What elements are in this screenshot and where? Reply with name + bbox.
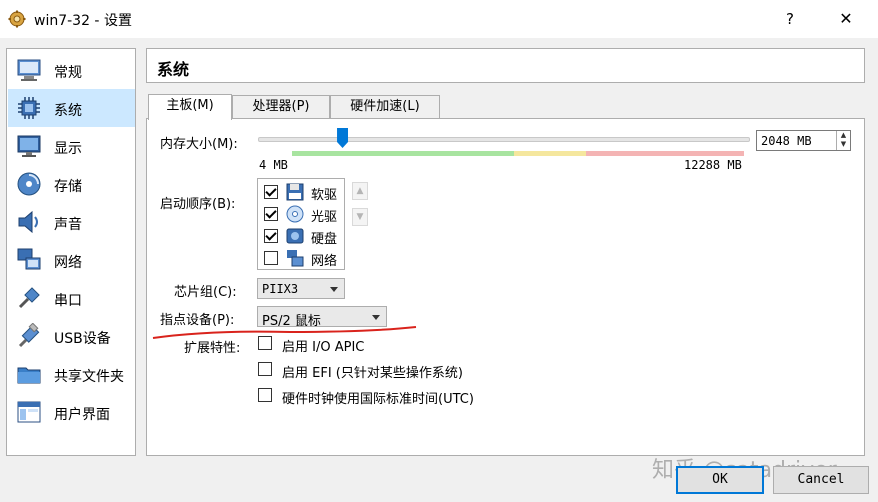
window-title: win7-32 - 设置	[34, 13, 132, 29]
sidebar-item-label: 网络	[54, 255, 82, 271]
sidebar-item-display[interactable]: 显示	[8, 127, 135, 165]
io-apic-label: 启用 I/O APIC	[282, 340, 365, 355]
hard-disk-icon	[286, 228, 304, 244]
boot-item-label: 软驱	[311, 188, 338, 203]
boot-harddisk-checkbox[interactable]	[264, 229, 278, 243]
spin-up-icon[interactable]: ▲	[837, 131, 850, 140]
sidebar-item-usb[interactable]: USB设备	[8, 317, 135, 355]
cancel-button[interactable]: Cancel	[773, 466, 869, 494]
memory-spinbox[interactable]: 2048 MB ▲ ▼	[756, 130, 851, 151]
network-boot-icon	[287, 250, 304, 267]
spin-down-icon[interactable]: ▼	[837, 140, 850, 149]
sidebar-item-label: 常规	[54, 65, 82, 81]
sidebar-item-audio[interactable]: 声音	[8, 203, 135, 241]
chipset-label: 芯片组(C):	[174, 285, 237, 300]
network-icon	[17, 248, 41, 270]
general-icon	[17, 59, 41, 81]
chevron-down-icon	[330, 287, 338, 292]
sidebar-item-system[interactable]: 系统	[8, 89, 135, 127]
floppy-icon	[286, 183, 304, 201]
memory-value: 2048 MB	[761, 134, 812, 148]
boot-floppy-checkbox[interactable]	[264, 185, 278, 199]
boot-item-label: 光驱	[311, 210, 338, 225]
boot-network-checkbox[interactable]	[264, 251, 278, 265]
memory-spin-arrows[interactable]: ▲ ▼	[836, 131, 850, 150]
boot-item-optical[interactable]: 光驱	[262, 204, 344, 225]
sidebar-item-storage[interactable]: 存储	[8, 165, 135, 203]
utc-clock-label: 硬件时钟使用国际标准时间(UTC)	[282, 392, 474, 407]
storage-icon	[17, 172, 41, 196]
extended-features-label: 扩展特性:	[184, 341, 241, 356]
display-icon	[17, 135, 41, 157]
help-button[interactable]: ?	[770, 6, 810, 32]
memory-slider-track[interactable]	[258, 137, 750, 142]
boot-item-floppy[interactable]: 软驱	[262, 182, 344, 203]
audio-icon	[18, 210, 38, 234]
memory-label: 内存大小(M):	[160, 137, 238, 152]
utc-clock-checkbox[interactable]	[258, 388, 272, 402]
sidebar-item-label: 系统	[54, 103, 82, 119]
sidebar-item-network[interactable]: 网络	[8, 241, 135, 279]
sidebar-item-label: 声音	[54, 217, 82, 233]
boot-item-label: 硬盘	[311, 232, 338, 247]
section-header: 系统	[146, 48, 865, 83]
boot-optical-checkbox[interactable]	[264, 207, 278, 221]
tab-processor[interactable]: 处理器(P)	[232, 95, 330, 119]
sidebar-item-shared-folders[interactable]: 共享文件夹	[8, 355, 135, 393]
memory-scale-safe	[292, 151, 514, 156]
boot-order-list: 软驱 光驱 硬盘 网络	[257, 178, 345, 270]
boot-item-network[interactable]: 网络	[262, 248, 344, 269]
boot-item-label: 网络	[311, 254, 338, 269]
title-bar: win7-32 - 设置 ? ✕	[0, 0, 878, 38]
system-icon	[18, 97, 40, 119]
boot-move-down-button[interactable]: ▼	[352, 208, 368, 226]
memory-max-label: 12288 MB	[684, 158, 742, 172]
sidebar-item-label: USB设备	[54, 331, 111, 347]
tab-acceleration[interactable]: 硬件加速(L)	[330, 95, 440, 119]
usb-icon	[18, 323, 40, 348]
shared-folder-icon	[17, 367, 41, 384]
chipset-value: PIIX3	[262, 282, 299, 296]
serial-port-icon	[18, 287, 40, 309]
close-button[interactable]: ✕	[826, 6, 866, 32]
sidebar-item-label: 共享文件夹	[54, 369, 124, 385]
boot-order-label: 启动顺序(B):	[160, 197, 236, 212]
sidebar-item-user-interface[interactable]: 用户界面	[8, 393, 135, 431]
io-apic-checkbox[interactable]	[258, 336, 272, 350]
memory-scale-danger	[586, 151, 744, 156]
tab-motherboard[interactable]: 主板(M)	[148, 94, 232, 120]
efi-checkbox[interactable]	[258, 362, 272, 376]
section-title: 系统	[157, 60, 190, 79]
motherboard-panel	[146, 118, 865, 456]
efi-label: 启用 EFI (只针对某些操作系统)	[282, 366, 463, 381]
sidebar-item-general[interactable]: 常规	[8, 51, 135, 89]
sidebar-item-serial-port[interactable]: 串口	[8, 279, 135, 317]
virtualbox-app-icon	[8, 10, 26, 28]
optical-drive-icon	[286, 205, 304, 223]
sidebar-item-label: 显示	[54, 141, 82, 157]
settings-sidebar: 常规 系统 显示 存储 声音 网络 串口 USB设备 共享文件夹 用户界面	[6, 48, 136, 456]
boot-item-harddisk[interactable]: 硬盘	[262, 226, 344, 247]
chipset-select[interactable]: PIIX3	[257, 278, 345, 299]
sidebar-item-label: 串口	[54, 293, 82, 309]
chevron-down-icon	[372, 315, 380, 320]
sidebar-item-label: 存储	[54, 179, 82, 195]
memory-min-label: 4 MB	[259, 158, 288, 172]
memory-scale-warning	[514, 151, 586, 156]
sidebar-item-label: 用户界面	[54, 407, 110, 423]
user-interface-icon	[17, 401, 41, 423]
boot-move-up-button[interactable]: ▲	[352, 182, 368, 200]
ok-button[interactable]: OK	[676, 466, 764, 494]
